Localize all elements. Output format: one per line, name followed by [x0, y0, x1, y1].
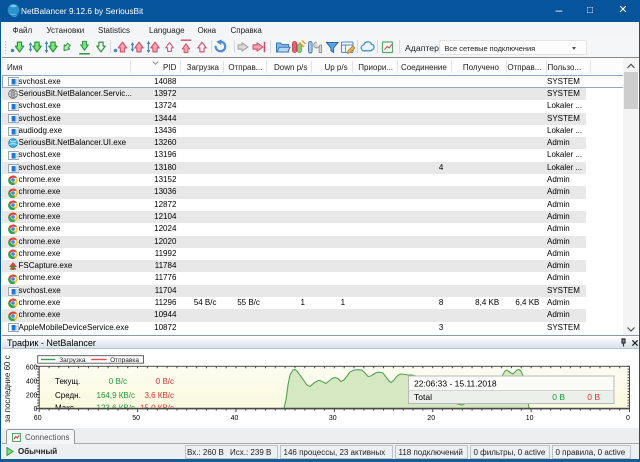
svg-text:Загрузка: Загрузка	[59, 357, 86, 364]
svg-text:0 В: 0 В	[552, 392, 565, 402]
svg-text:50: 50	[132, 415, 140, 422]
svg-text:60: 60	[34, 415, 42, 422]
svg-text:Средн.: Средн.	[55, 391, 81, 400]
svg-text:0 В: 0 В	[587, 392, 600, 402]
svg-text:200: 200	[26, 393, 38, 400]
svg-text:0: 0	[626, 415, 630, 422]
svg-text:Отправка: Отправка	[110, 357, 139, 364]
svg-text:3,6 КВ/с: 3,6 КВ/с	[144, 391, 174, 400]
svg-text:0 В/с: 0 В/с	[156, 377, 174, 386]
svg-text:10: 10	[526, 415, 534, 422]
svg-text:30: 30	[329, 415, 337, 422]
svg-text:0 В/с: 0 В/с	[109, 377, 127, 386]
svg-text:20: 20	[427, 415, 435, 422]
svg-text:400: 400	[26, 378, 38, 385]
svg-text:164,9 КВ/с: 164,9 КВ/с	[97, 391, 135, 400]
svg-text:0: 0	[34, 406, 38, 413]
svg-text:600: 600	[26, 364, 38, 371]
svg-text:Текущ.: Текущ.	[55, 377, 80, 386]
svg-text:40: 40	[231, 415, 239, 422]
svg-text:22:06:33 - 15.11.2018: 22:06:33 - 15.11.2018	[414, 379, 497, 389]
svg-text:Total: Total	[414, 392, 432, 402]
